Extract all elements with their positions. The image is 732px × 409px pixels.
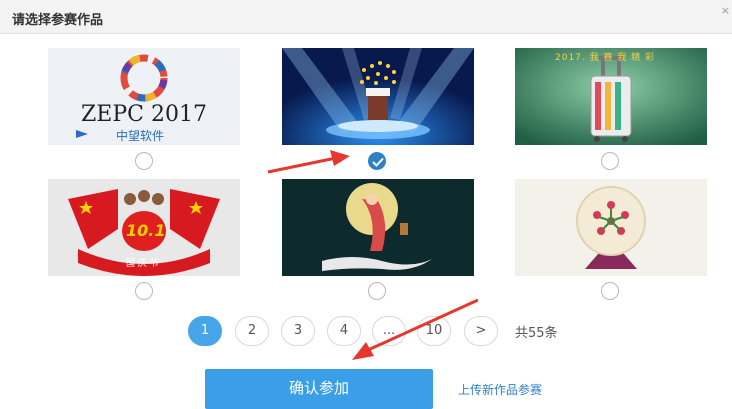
arrow-to-selected-icon [267, 150, 350, 174]
arrow-to-confirm-icon [352, 298, 479, 360]
annotation-arrows [267, 150, 479, 360]
